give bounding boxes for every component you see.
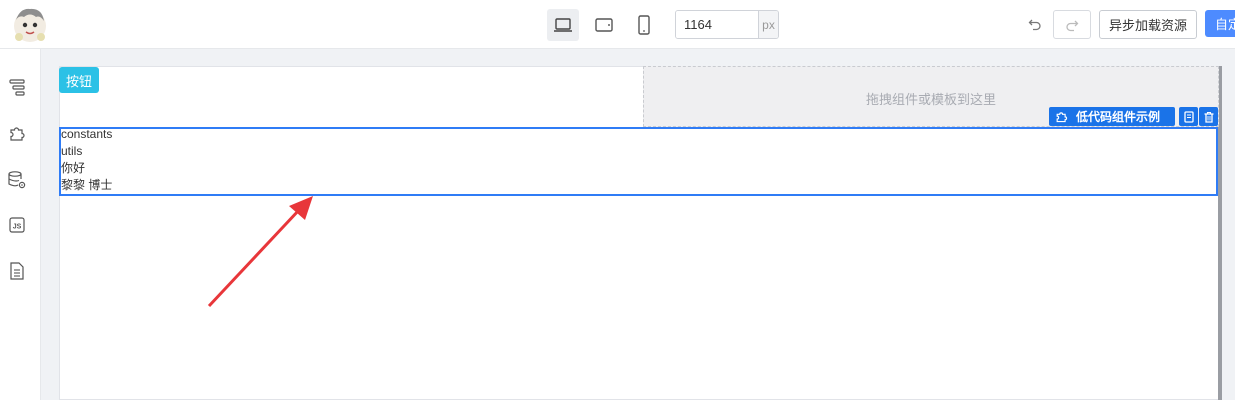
annotation-arrow	[207, 196, 313, 308]
